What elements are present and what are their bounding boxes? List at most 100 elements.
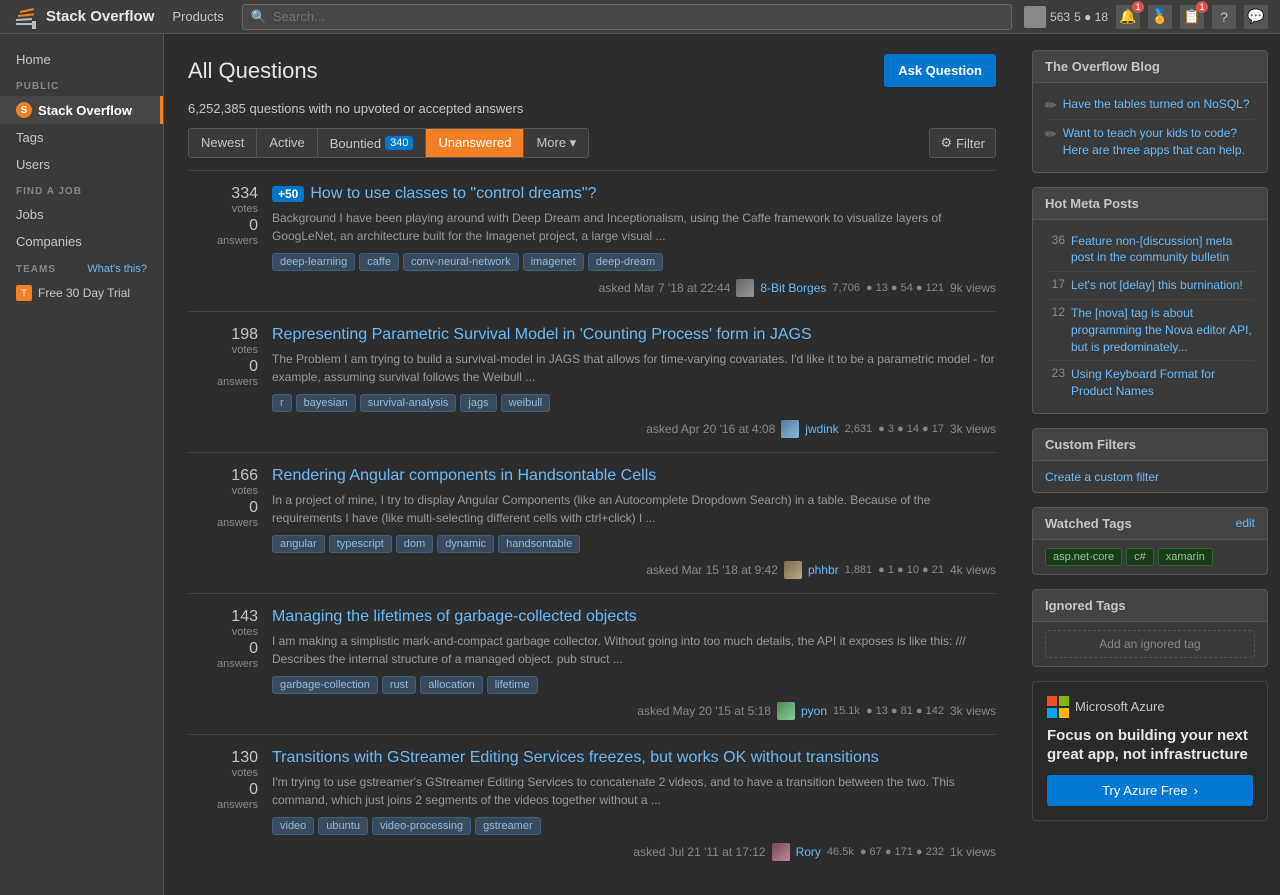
table-row: 166 votes 0 answers Rendering Angular co… <box>188 452 996 593</box>
question-excerpt: I'm trying to use gstreamer's GStreamer … <box>272 773 996 809</box>
question-meta: asked May 20 '15 at 5:18 pyon 15.1k ● 13… <box>272 702 996 720</box>
meta-widget-body: 36 Feature non-[discussion] meta post in… <box>1033 220 1267 413</box>
list-item[interactable]: 36 Feature non-[discussion] meta post in… <box>1045 228 1255 273</box>
user-link[interactable]: Rory <box>796 845 821 859</box>
tab-unanswered[interactable]: Unanswered <box>426 129 524 157</box>
list-item[interactable]: bayesian <box>296 394 356 412</box>
list-item[interactable]: rust <box>382 676 416 694</box>
vote-count: 334 votes <box>188 185 258 215</box>
list-item[interactable]: gstreamer <box>475 817 541 835</box>
question-tags: video ubuntu video-processing gstreamer <box>272 817 996 835</box>
question-title[interactable]: +50How to use classes to "control dreams… <box>272 185 996 203</box>
bountied-label: Bountied <box>330 136 381 151</box>
chat-icon[interactable]: 💬 <box>1244 5 1268 29</box>
user-link[interactable]: pyon <box>801 704 827 718</box>
list-item[interactable]: imagenet <box>523 253 584 271</box>
custom-filters-widget: Custom Filters Create a custom filter <box>1032 428 1268 493</box>
sidebar-item-users[interactable]: Users <box>0 151 163 178</box>
tab-more[interactable]: More ▾ <box>524 129 588 157</box>
list-item[interactable]: garbage-collection <box>272 676 378 694</box>
list-item[interactable]: deep-learning <box>272 253 355 271</box>
list-item[interactable]: survival-analysis <box>360 394 457 412</box>
list-item[interactable]: 17 Let's not [delay] this burnination! <box>1045 272 1255 300</box>
search-input[interactable] <box>273 9 1003 24</box>
azure-cta-button[interactable]: Try Azure Free › <box>1047 775 1253 806</box>
question-title[interactable]: Rendering Angular components in Handsont… <box>272 467 996 485</box>
vote-count: 198 votes <box>188 326 258 356</box>
logo-text: Stack Overflow <box>46 8 154 25</box>
question-title[interactable]: Transitions with GStreamer Editing Servi… <box>272 749 996 767</box>
so-label: Stack Overflow <box>38 103 132 118</box>
list-item[interactable]: caffe <box>359 253 399 271</box>
inbox-icon[interactable]: 🔔1 <box>1116 5 1140 29</box>
list-item[interactable]: dynamic <box>437 535 494 553</box>
asked-time: asked May 20 '15 at 5:18 <box>637 704 771 718</box>
user-avatar <box>772 843 790 861</box>
list-item[interactable]: ✏ Have the tables turned on NoSQL? <box>1045 91 1255 120</box>
question-title[interactable]: Managing the lifetimes of garbage-collec… <box>272 608 996 626</box>
question-meta: asked Jul 21 '11 at 17:12 Rory 46.5k ● 6… <box>272 843 996 861</box>
list-item[interactable]: 23 Using Keyboard Format for Product Nam… <box>1045 361 1255 405</box>
list-item[interactable]: 12 The [nova] tag is about programming t… <box>1045 300 1255 361</box>
list-item[interactable]: dom <box>396 535 433 553</box>
teams-what-link[interactable]: What's this? <box>87 263 147 275</box>
user-link[interactable]: jwdink <box>805 422 838 436</box>
question-title[interactable]: Representing Parametric Survival Model i… <box>272 326 996 344</box>
user-badges: 5 ● 18 <box>1074 10 1108 24</box>
question-body: Managing the lifetimes of garbage-collec… <box>272 608 996 720</box>
site-logo[interactable]: Stack Overflow <box>12 3 154 31</box>
list-item[interactable]: handsontable <box>498 535 580 553</box>
list-item[interactable]: xamarin <box>1158 548 1213 566</box>
list-item[interactable]: typescript <box>329 535 392 553</box>
search-bar: 🔍 <box>242 4 1012 30</box>
arrow-icon: › <box>1194 783 1198 798</box>
question-stats: 334 votes 0 answers <box>188 185 258 297</box>
pencil-icon: ✏ <box>1045 126 1057 159</box>
user-info: 563 5 ● 18 <box>1024 6 1108 28</box>
asked-time: asked Mar 7 '18 at 22:44 <box>599 281 731 295</box>
sidebar-item-home[interactable]: Home <box>0 46 163 73</box>
review-icon[interactable]: 📋1 <box>1180 5 1204 29</box>
list-item[interactable]: allocation <box>420 676 482 694</box>
sidebar-item-stackoverflow[interactable]: S Stack Overflow <box>0 96 163 124</box>
help-icon[interactable]: ? <box>1212 5 1236 29</box>
list-item[interactable]: asp.net-core <box>1045 548 1122 566</box>
tab-active[interactable]: Active <box>257 129 317 157</box>
user-badges: ● 13 ● 54 ● 121 <box>866 282 944 294</box>
sidebar-item-tags[interactable]: Tags <box>0 124 163 151</box>
list-item[interactable]: ✏ Want to teach your kids to code? Here … <box>1045 120 1255 164</box>
blog-widget-header: The Overflow Blog <box>1033 51 1267 83</box>
list-item[interactable]: jags <box>460 394 496 412</box>
user-link[interactable]: phhbr <box>808 563 839 577</box>
azure-button-label: Try Azure Free <box>1102 783 1187 798</box>
filter-tabs: Newest Active Bountied 340 Unanswered Mo… <box>188 128 589 158</box>
create-filter-link[interactable]: Create a custom filter <box>1045 470 1159 484</box>
sidebar-item-jobs[interactable]: Jobs <box>0 201 163 228</box>
list-item[interactable]: deep-dream <box>588 253 663 271</box>
question-body: Transitions with GStreamer Editing Servi… <box>272 749 996 861</box>
user-link[interactable]: 8-Bit Borges <box>760 281 826 295</box>
list-item[interactable]: r <box>272 394 292 412</box>
list-item[interactable]: angular <box>272 535 325 553</box>
sidebar-item-companies[interactable]: Companies <box>0 228 163 255</box>
filter-button[interactable]: ⚙ Filter <box>929 128 996 158</box>
list-item[interactable]: video <box>272 817 314 835</box>
list-item[interactable]: conv-neural-network <box>403 253 519 271</box>
custom-filters-header: Custom Filters <box>1033 429 1267 461</box>
nav-products[interactable]: Products <box>166 5 229 28</box>
user-avatar <box>784 561 802 579</box>
edit-watched-tags-link[interactable]: edit <box>1236 516 1255 530</box>
add-ignored-tag-button[interactable]: Add an ignored tag <box>1045 630 1255 658</box>
list-item[interactable]: lifetime <box>487 676 538 694</box>
tab-newest[interactable]: Newest <box>189 129 257 157</box>
list-item[interactable]: c# <box>1126 548 1154 566</box>
list-item[interactable]: weibull <box>501 394 551 412</box>
list-item[interactable]: ubuntu <box>318 817 368 835</box>
ask-question-button[interactable]: Ask Question <box>884 54 996 87</box>
list-item[interactable]: video-processing <box>372 817 471 835</box>
tab-bountied[interactable]: Bountied 340 <box>318 129 427 157</box>
achievements-icon[interactable]: 🏅 <box>1148 5 1172 29</box>
free-trial-label: Free 30 Day Trial <box>38 286 130 300</box>
sidebar-item-free-trial[interactable]: T Free 30 Day Trial <box>0 279 163 307</box>
teams-icon: T <box>16 285 32 301</box>
